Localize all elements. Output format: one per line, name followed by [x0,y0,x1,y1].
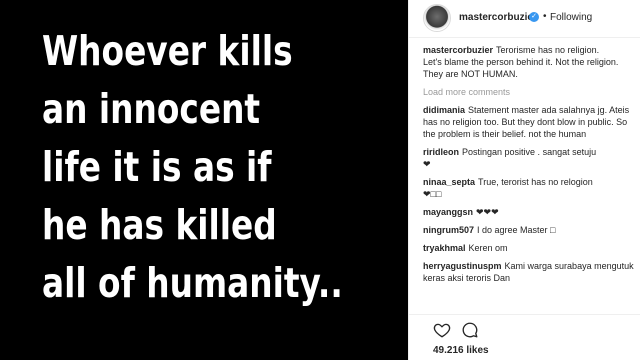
quote-line: Whoever kills [42,27,293,75]
comment-icon[interactable] [461,321,479,339]
comment-emoji: ❤□□ [423,189,442,199]
quote-line: an innocent [42,85,261,133]
comment-username[interactable]: tryakhmal [423,243,466,253]
comment-item: riridleon Postingan positive . sangat set… [423,146,637,170]
comment-item: herryagustinuspm Kami warga surabaya meng… [423,260,637,284]
comment-text: ❤❤❤ [476,207,499,217]
comments-list[interactable]: mastercorbuzier Terorisme has no religion… [423,44,637,314]
comment-emoji: ❤ [423,159,431,169]
comment-item: mayanggsn ❤❤❤ [423,206,637,218]
post-actions: 49.216 likes [409,314,640,360]
comment-text: Keren om [468,243,508,253]
caption-line: They are NOT HUMAN. [423,69,518,79]
comment-item: didimania Statement master ada salahnya j… [423,104,637,140]
comment-text: I do agree Master □ [477,225,556,235]
likes-count[interactable]: 49.216 likes [433,345,489,356]
header-username[interactable]: mastercorbuzier [459,12,537,23]
caption-line: Let's blame the person behind it. Not th… [423,57,619,67]
comment-item: tryakhmal Keren om [423,242,637,254]
comment-username[interactable]: didimania [423,105,465,115]
header-separator: • [543,11,547,22]
quote-line: life it is as if [42,143,272,191]
post-quote: Whoever kills an innocent life it is as … [42,22,343,312]
following-button[interactable]: Following [550,12,592,23]
comment-username[interactable]: mayanggsn [423,207,473,217]
comments-fade [423,296,637,314]
comment-username[interactable]: riridleon [423,147,459,157]
quote-line: he has killed [42,201,277,249]
comment-username[interactable]: herryagustinuspm [423,261,502,271]
caption: mastercorbuzier Terorisme has no religion… [423,44,637,80]
verified-badge-icon: ✓ [529,12,539,22]
quote-line: all of humanity.. [42,259,343,307]
post-image[interactable]: Whoever kills an innocent life it is as … [0,0,408,360]
post-sidebar: mastercorbuzier ✓ • Following mastercorb… [408,0,640,360]
comment-item: ningrum507 I do agree Master □ [423,224,637,236]
caption-line: Terorisme has no religion. [496,45,600,55]
caption-username[interactable]: mastercorbuzier [423,45,493,55]
comment-item: ninaa_septa True, terorist has no relogio… [423,176,637,200]
comment-text: Postingan positive . sangat setuju [462,147,597,157]
comment-username[interactable]: ningrum507 [423,225,474,235]
heart-icon[interactable] [433,321,451,339]
avatar[interactable] [423,4,451,32]
comment-text: True, terorist has no relogion [478,177,593,187]
comment-username[interactable]: ninaa_septa [423,177,475,187]
post-header: mastercorbuzier ✓ • Following [409,0,640,38]
load-more-comments-link[interactable]: Load more comments [423,86,637,98]
